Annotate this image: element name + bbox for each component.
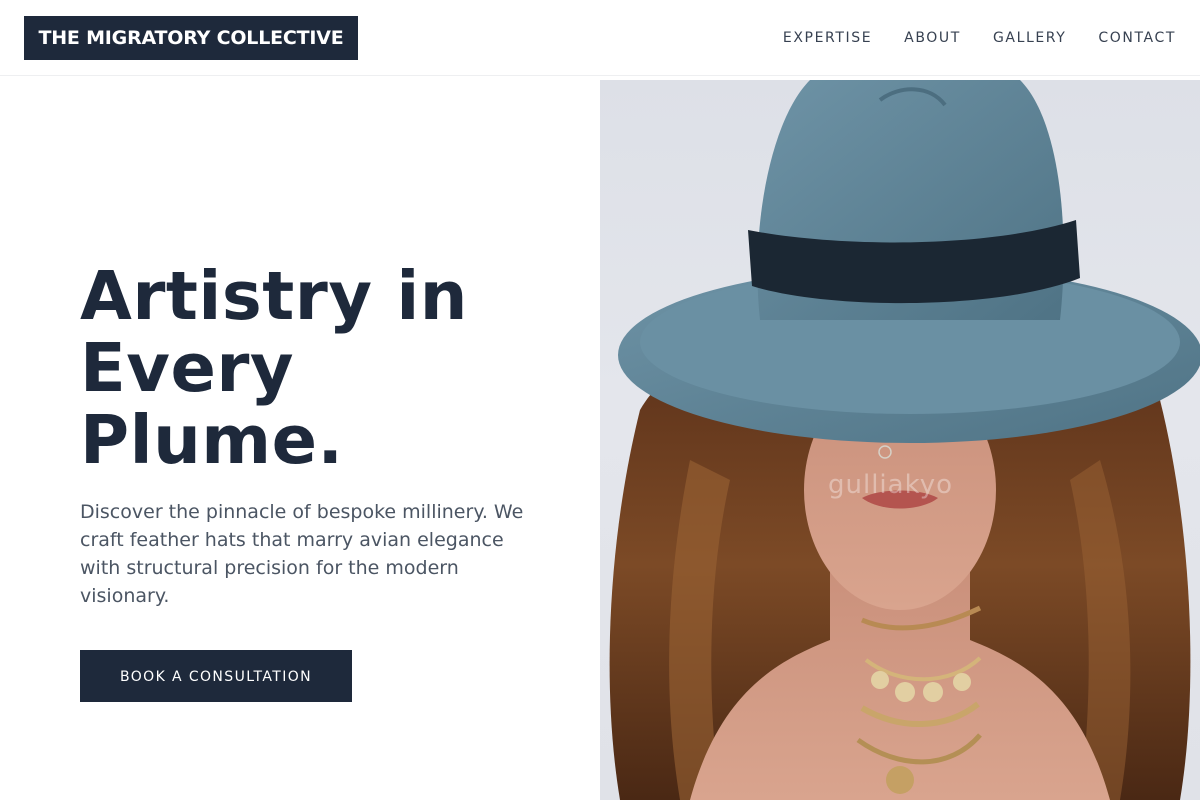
nav-link-expertise[interactable]: EXPERTISE [783,30,872,46]
hero-headline-line-1: Artistry in [80,257,469,335]
hat-portrait-illustration [609,80,1200,800]
nav-link-about[interactable]: ABOUT [904,30,961,46]
book-consultation-button[interactable]: BOOK A CONSULTATION [80,650,352,702]
hero-headline-line-2: Every [80,329,295,407]
nav-link-gallery[interactable]: GALLERY [993,30,1066,46]
brand-logo[interactable]: THE MIGRATORY COLLECTIVE [24,16,358,60]
hero-image: gulliakyo [600,80,1200,800]
hero-description: Discover the pinnacle of bespoke milline… [80,501,524,607]
image-watermark: gulliakyo [828,470,954,500]
site-header: THE MIGRATORY COLLECTIVE EXPERTISE ABOUT… [0,0,1200,76]
main-nav: EXPERTISE ABOUT GALLERY CONTACT [783,0,1176,76]
nav-link-contact[interactable]: CONTACT [1098,30,1176,46]
hero-headline: Artistry in Every Plume. [80,260,580,476]
hero-headline-line-3: Plume. [80,401,344,479]
